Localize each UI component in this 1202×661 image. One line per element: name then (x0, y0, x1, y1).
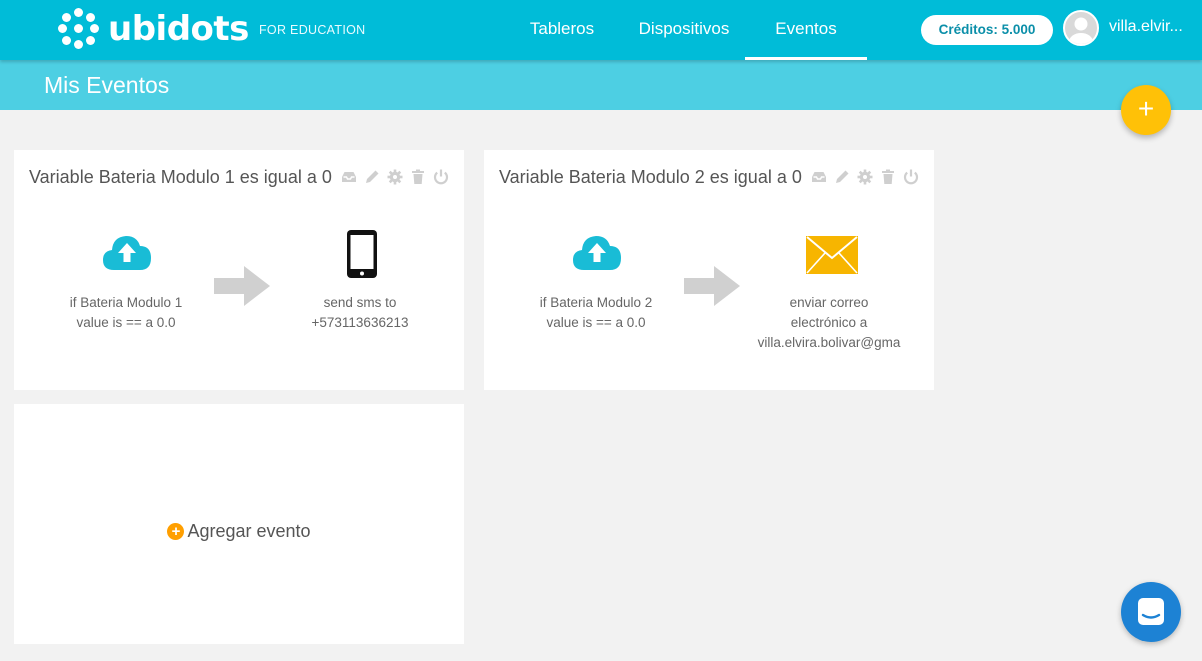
username-label[interactable]: villa.elvir... (1109, 18, 1199, 36)
trigger-line-2: value is == a 0.0 (546, 315, 646, 330)
action-line-1: send sms to (323, 295, 397, 310)
event-card-actions (340, 168, 450, 186)
chat-support-button[interactable] (1121, 582, 1181, 642)
trigger-description: if Bateria Modulo 2 value is == a 0.0 (522, 293, 670, 333)
top-navbar: ubidots FOR EDUCATION Tableros Dispositi… (0, 0, 1202, 60)
phone-icon (347, 230, 377, 283)
nav-dispositivos[interactable]: Dispositivos (636, 0, 732, 60)
envelope-icon (806, 236, 858, 279)
action-line-2: electrónico a (790, 315, 868, 330)
chat-icon (1138, 598, 1164, 625)
event-title: Variable Bateria Modulo 1 es igual a 0 (29, 167, 332, 187)
action-line-3: villa.elvira.bolivar@gma (757, 335, 901, 350)
trash-icon[interactable] (879, 168, 897, 186)
arrow-right-icon (684, 266, 741, 311)
trash-icon[interactable] (409, 168, 427, 186)
trigger-line-1: if Bateria Modulo 2 (539, 295, 653, 310)
credits-badge[interactable]: Créditos: 5.000 (921, 15, 1053, 45)
nav-tableros[interactable]: Tableros (527, 0, 597, 60)
event-title: Variable Bateria Modulo 2 es igual a 0 (499, 167, 802, 187)
plus-icon: + (1137, 93, 1155, 124)
logo-dots-icon (58, 8, 100, 50)
plus-circle-icon: + (167, 523, 185, 540)
inbox-icon[interactable] (810, 168, 828, 186)
gear-icon[interactable] (386, 168, 404, 186)
action-description: send sms to +573113636213 (299, 293, 421, 333)
nav-eventos[interactable]: Eventos (745, 0, 867, 60)
logo-text: ubidots (108, 9, 249, 49)
event-card-actions (810, 168, 920, 186)
event-card: Variable Bateria Modulo 1 es igual a 0 i… (14, 150, 464, 390)
arrow-right-icon (214, 266, 271, 311)
pencil-icon[interactable] (833, 168, 851, 186)
avatar[interactable] (1063, 10, 1099, 46)
action-description: enviar correo electrónico a villa.elvira… (754, 293, 904, 353)
ubidots-logo[interactable]: ubidots (58, 8, 249, 50)
page-header: Mis Eventos (0, 60, 1202, 110)
inbox-icon[interactable] (340, 168, 358, 186)
add-event-fab-button[interactable]: + (1121, 85, 1171, 135)
gear-icon[interactable] (856, 168, 874, 186)
event-card: Variable Bateria Modulo 2 es igual a 0 i… (484, 150, 934, 390)
pencil-icon[interactable] (363, 168, 381, 186)
cloud-upload-icon (102, 232, 152, 277)
add-event-label: Agregar evento (187, 521, 311, 541)
page-title: Mis Eventos (44, 72, 170, 98)
logo-subtitle: FOR EDUCATION (259, 23, 366, 37)
power-icon[interactable] (432, 168, 450, 186)
add-event-card[interactable]: + Agregar evento (14, 404, 464, 644)
action-line-1: enviar correo (789, 295, 869, 310)
user-avatar-icon (1069, 17, 1093, 44)
power-icon[interactable] (902, 168, 920, 186)
action-line-2: +573113636213 (311, 315, 409, 330)
trigger-line-1: if Bateria Modulo 1 (69, 295, 183, 310)
trigger-description: if Bateria Modulo 1 value is == a 0.0 (52, 293, 200, 333)
trigger-line-2: value is == a 0.0 (76, 315, 176, 330)
cloud-upload-icon (572, 232, 622, 277)
add-event-button[interactable]: + Agregar evento (14, 521, 464, 542)
